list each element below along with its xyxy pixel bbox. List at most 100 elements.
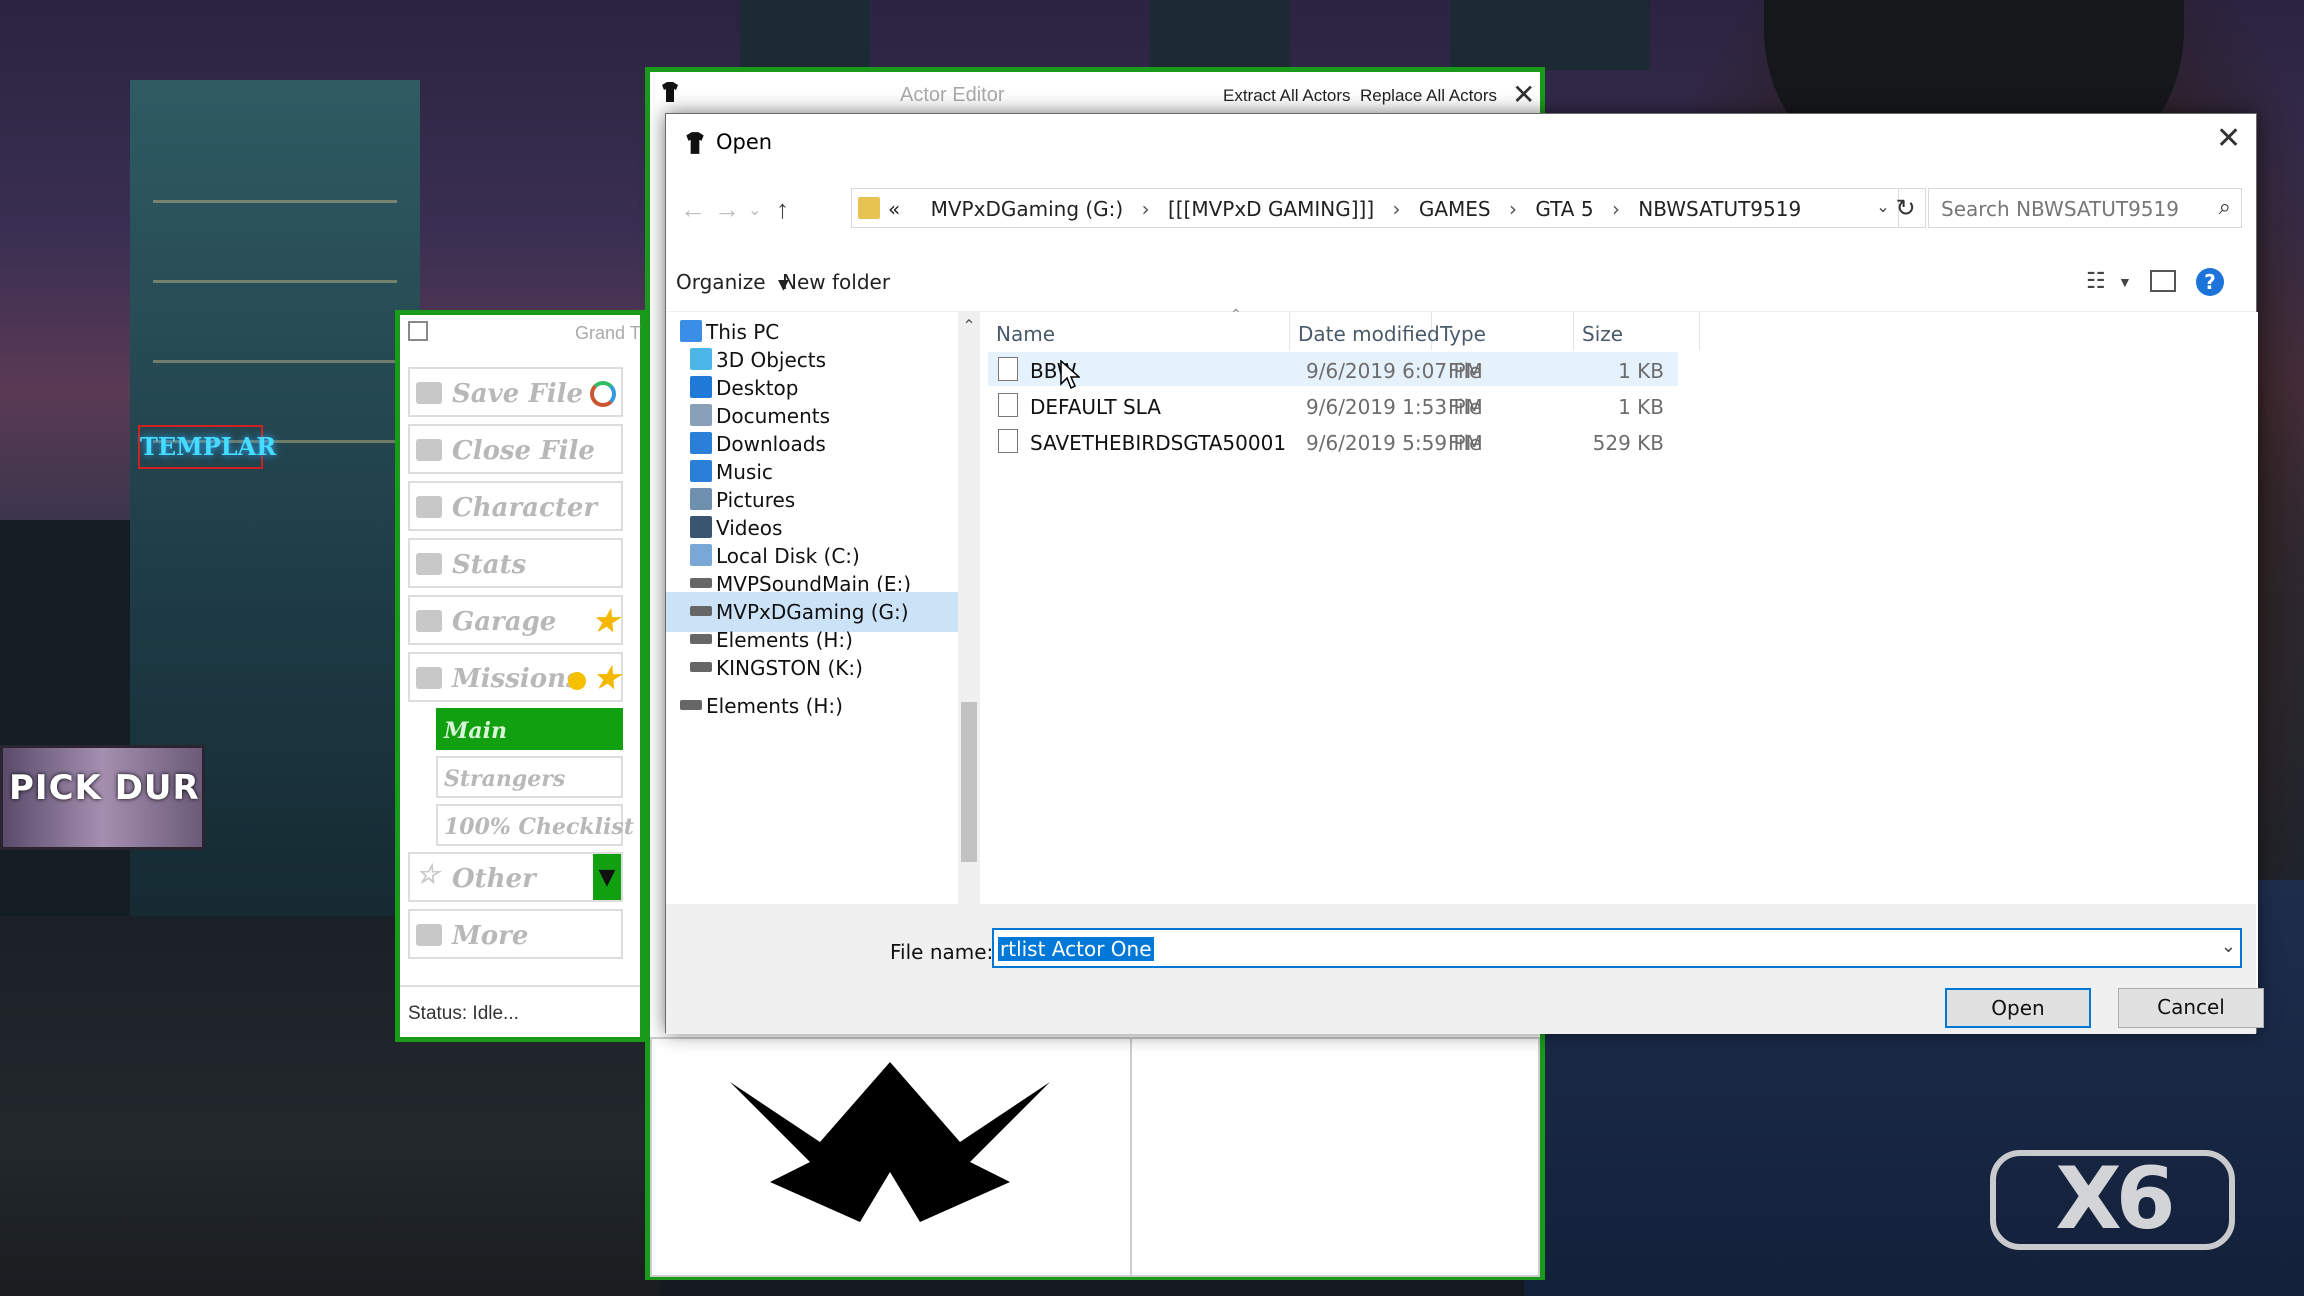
car-icon [416,610,442,632]
dialog-toolbar: Organize ▼ New folder ☷ ▼ ? [666,250,2256,312]
nav-item-kingston-k[interactable]: KINGSTON (K:) [666,648,958,688]
actor-emblem [730,1062,1050,1222]
close-file-button[interactable]: Close File [408,424,623,474]
refresh-icon[interactable]: ↻ [1886,188,1926,228]
status-text: Status: Idle... [400,985,640,1037]
shirt-icon: ▼ [593,854,621,900]
breadcrumb-item[interactable]: NBWSATUT9519 [1638,197,1801,221]
new-folder-button[interactable]: New folder [782,270,890,294]
missions-icon [416,667,442,689]
extract-all-actors-button[interactable]: Extract All Actors [1223,86,1351,106]
billboard: PICK DUR [0,745,205,850]
search-input[interactable]: Search NBWSATUT9519 ⌕ [1928,188,2242,228]
folder-icon [858,197,880,219]
channel-logo: X6 [1990,1150,2235,1250]
star-outline-icon: ☆ [416,860,440,890]
shirt-icon [686,132,704,154]
more-button[interactable]: More [408,909,623,959]
replace-all-actors-button[interactable]: Replace All Actors [1360,86,1497,106]
address-bar[interactable]: « MVPxDGaming (G:) › [[[MVPxD GAMING]]] … [851,188,1899,228]
column-header-type[interactable]: Type [1432,312,1574,350]
search-placeholder: Search NBWSATUT9519 [1941,197,2179,221]
save-icon [416,382,442,404]
file-name-value: rtlist Actor One [998,937,1154,961]
forward-arrow-icon[interactable]: → [714,194,740,225]
mission-sub-checklist[interactable]: 100% Checklist [436,804,634,846]
pictures-icon [690,488,712,510]
more-icon [416,924,442,946]
mission-sub-main[interactable]: Main [436,708,623,750]
actor-details-pane [1130,1037,1540,1277]
drive-icon [690,634,712,644]
file-icon [998,393,1018,417]
character-button[interactable]: Character [408,481,623,531]
windows-drive-icon [690,544,712,566]
open-file-dialog: Open ✕ ← → ⌄ ↑ « MVPxDGaming (G:) › [[[M… [665,113,2264,1034]
up-arrow-icon[interactable]: ↑ [776,194,789,225]
stats-button[interactable]: Stats [408,538,623,588]
organize-button[interactable]: Organize ▼ [676,270,789,294]
pc-icon [680,320,702,342]
caret-down-icon[interactable]: ▼ [2118,274,2132,290]
gta-window-title: Grand T [575,323,641,343]
close-icon[interactable]: ✕ [1512,78,1535,111]
drive-icon [680,700,702,710]
column-header-date[interactable]: Date modified [1290,312,1440,350]
other-button[interactable]: ☆ Other ▼ [408,852,623,902]
videos-icon [690,516,712,538]
dialog-title-bar: Open ✕ [666,114,2256,170]
file-icon [998,357,1018,381]
file-row[interactable]: SAVETHEBIRDSGTA50001 9/6/2019 5:59 PM Fi… [988,424,1678,458]
chevron-down-icon[interactable]: ⌄ [2221,936,2236,957]
breadcrumb: « MVPxDGaming (G:) › [[[MVPxD GAMING]]] … [888,197,1802,221]
open-button[interactable]: Open [1945,988,2091,1028]
building [1150,0,1290,70]
preview-pane-icon[interactable] [2150,270,2176,292]
drive-icon [690,662,712,672]
breadcrumb-overflow[interactable]: « [888,197,900,221]
file-row[interactable]: DEFAULT SLA 9/6/2019 1:53 PM File 1 KB [988,388,1678,422]
save-file-button[interactable]: Save File [408,367,623,417]
cube-icon [690,348,712,370]
breadcrumb-item[interactable]: GTA 5 [1535,197,1593,221]
scroll-thumb[interactable] [961,702,977,862]
column-header-name[interactable]: Name [988,312,1290,350]
navigation-bar: ← → ⌄ ↑ « MVPxDGaming (G:) › [[[MVPxD GA… [666,170,2256,250]
star-icon: ★ [593,661,620,696]
breadcrumb-item[interactable]: [[[MVPxD GAMING]]] [1168,197,1374,221]
scroll-up-icon[interactable]: ⌃ [958,316,980,336]
desktop-icon [690,376,712,398]
sort-up-icon: ⌃ [1230,306,1242,322]
actor-title-bar: Actor Editor Extract All Actors Replace … [650,72,1540,117]
file-icon [998,429,1018,453]
dialog-title: Open [716,130,773,154]
breadcrumb-item[interactable]: GAMES [1419,197,1491,221]
missions-button[interactable]: Missions ★ [408,652,623,702]
help-icon[interactable]: ? [2196,268,2224,296]
file-name-input[interactable]: rtlist Actor One ⌄ [992,928,2242,968]
gta-title-bar: Grand T [400,315,641,345]
column-header-size[interactable]: Size [1574,312,1700,350]
bar-chart-icon [416,553,442,575]
close-file-icon [416,439,442,461]
view-options-icon[interactable]: ☷ [2086,268,2106,294]
music-icon [690,460,712,482]
mouse-cursor-icon [1060,360,1080,390]
dialog-footer: File name: rtlist Actor One ⌄ Open Cance… [666,904,2264,1034]
file-row[interactable]: BBW 9/6/2019 6:07 PM File 1 KB [988,352,1678,386]
nav-item-elements-h-root[interactable]: Elements (H:) [666,686,958,726]
garage-button[interactable]: Garage ★ [408,595,623,645]
cancel-button[interactable]: Cancel [2118,988,2264,1028]
shirt-icon [662,82,678,102]
app-icon [408,321,428,341]
close-icon[interactable]: ✕ [2216,124,2241,154]
coin-icon [568,672,586,690]
mission-sub-strangers[interactable]: Strangers [436,756,623,798]
recent-chevron-icon[interactable]: ⌄ [748,200,761,220]
back-arrow-icon[interactable]: ← [680,194,706,225]
gta-save-editor-window: Grand T Save File Close File Character S… [395,310,645,1042]
building [740,0,870,70]
sync-icon [590,381,616,407]
star-icon: ★ [592,604,619,639]
breadcrumb-item[interactable]: MVPxDGaming (G:) [931,197,1124,221]
